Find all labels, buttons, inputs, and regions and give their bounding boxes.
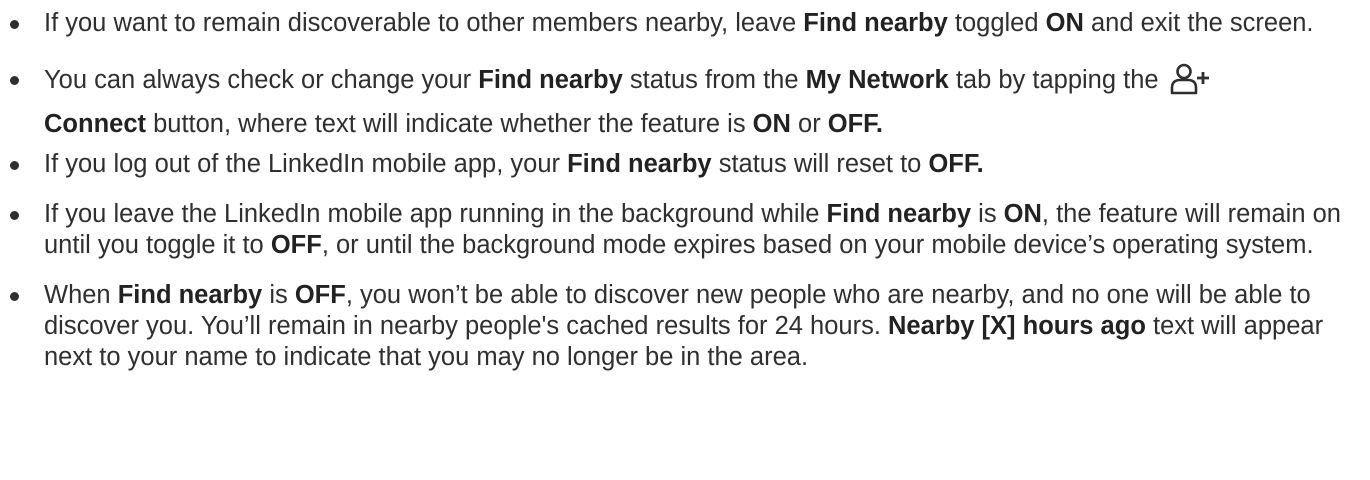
text: is [971, 200, 1004, 228]
list-item-check-status: You can always check or change your Find… [0, 58, 1370, 146]
bold-text: OFF. [928, 150, 984, 178]
bold-text: ON [1003, 200, 1042, 228]
list-item-discoverable: If you want to remain discoverable to ot… [0, 8, 1370, 39]
list-item-logout: If you log out of the LinkedIn mobile ap… [0, 149, 1370, 180]
list-item-background: If you leave the LinkedIn mobile app run… [0, 199, 1370, 261]
bold-text: Nearby [X] hours ago [888, 312, 1146, 340]
bold-text: OFF [270, 231, 322, 259]
text: If you want to remain discoverable to ot… [44, 9, 804, 37]
text: status from the [622, 66, 806, 94]
bold-text: Find nearby [826, 200, 972, 228]
bold-text: Find nearby [803, 9, 948, 37]
bold-text: My Network [805, 66, 949, 94]
text: If you leave the LinkedIn mobile app run… [44, 200, 827, 228]
text: status will reset to [711, 150, 929, 178]
bold-text: ON [1045, 9, 1084, 37]
bold-text: Find nearby [478, 66, 623, 94]
text: tab by tapping the [948, 66, 1166, 94]
bold-text: Find nearby [117, 281, 263, 309]
text: or [790, 110, 828, 138]
text: You can always check or change your [44, 66, 479, 94]
bold-text: OFF. [827, 110, 884, 138]
text: If you log out of the LinkedIn mobile ap… [44, 150, 568, 178]
text: and exit the screen. [1083, 9, 1314, 37]
bold-text: ON [752, 110, 791, 138]
bold-text: OFF [294, 281, 346, 309]
text: is [262, 281, 295, 309]
list-item-find-nearby-off: When Find nearby is OFF, you won’t be ab… [0, 280, 1370, 373]
bold-text: Connect [44, 110, 146, 138]
text: button, where text will indicate whether… [146, 110, 753, 138]
bullet-list: If you want to remain discoverable to ot… [0, 8, 1370, 373]
add-person-icon [1170, 63, 1210, 95]
bold-text: Find nearby [567, 150, 712, 178]
text: When [44, 281, 118, 309]
text: toggled [947, 9, 1046, 37]
text: , or until the background mode expires b… [321, 231, 1314, 259]
